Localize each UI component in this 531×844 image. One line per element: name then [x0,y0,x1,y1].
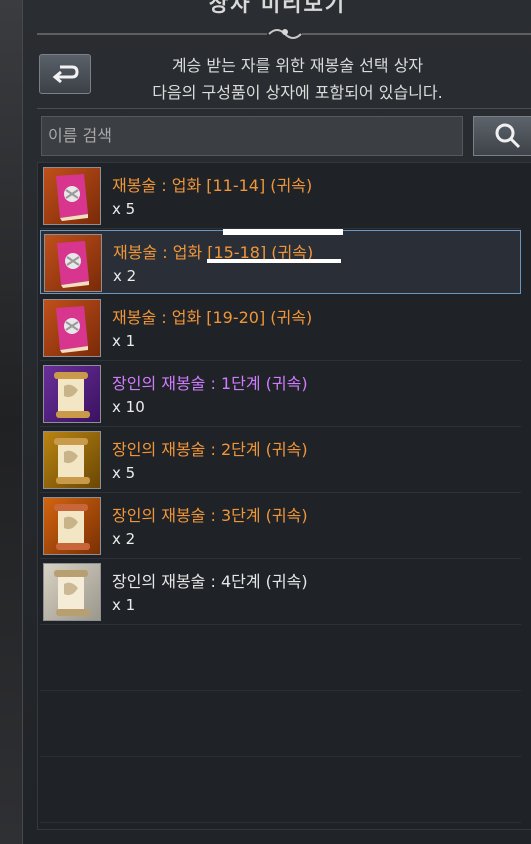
list-item[interactable]: 장인의 재봉술 : 3단계 (귀속) x 2 [40,494,521,559]
search-button[interactable] [473,116,531,156]
list-item[interactable]: 재봉술 : 업화 [19-20] (귀속) x 1 [40,296,521,361]
box-preview-panel: 상자 미리보기 계승 받는 자를 위한 재봉술 선택 상자 다음의 구성품이 상… [22,0,531,844]
list-item[interactable]: 장인의 재봉술 : 1단계 (귀속) x 10 [40,362,521,427]
orange-scroll-icon [43,497,101,555]
item-name: 재봉술 : 업화 [19-20] (귀속) [112,308,313,327]
list-item-selected[interactable]: 재봉술 : 업화 [15-18] (귀속) x 2 [40,229,521,294]
item-quantity: x 5 [112,464,136,482]
search-input[interactable]: 이름 검색 [41,116,463,156]
redaction-bar [207,259,341,263]
item-quantity: x 5 [112,200,136,218]
item-name: 재봉술 : 업화 [11-14] (귀속) [112,176,313,195]
item-name: 장인의 재봉술 : 1단계 (귀속) [112,374,308,393]
search-icon [495,123,521,149]
pink-book-icon [43,167,101,225]
description-line-1: 계승 받는 자를 위한 재봉술 선택 상자 [171,56,424,75]
redaction-bar [223,229,343,235]
window-title: 상자 미리보기 [208,0,347,16]
item-quantity: x 2 [112,530,136,548]
item-quantity: x 1 [112,596,136,614]
white-scroll-icon [43,563,101,621]
item-quantity: x 2 [113,267,137,285]
item-list: 재봉술 : 업화 [11-14] (귀속) x 5 재봉술 : 업화 [15-1… [37,162,531,830]
background-edge [0,0,24,844]
empty-slot [40,758,521,823]
description-line-2: 다음의 구성품이 상자에 포함되어 있습니다. [152,83,443,102]
list-item[interactable]: 장인의 재봉술 : 2단계 (귀속) x 5 [40,428,521,493]
item-quantity: x 1 [112,332,136,350]
purple-scroll-icon [43,365,101,423]
gold-scroll-icon [43,431,101,489]
pink-book-icon [43,299,101,357]
list-item[interactable]: 재봉술 : 업화 [11-14] (귀속) x 5 [40,164,521,229]
list-item[interactable]: 장인의 재봉술 : 4단계 (귀속) x 1 [40,560,521,625]
box-description: 계승 받는 자를 위한 재봉술 선택 상자 다음의 구성품이 상자에 포함되어 … [63,52,531,106]
empty-slot [40,692,521,757]
item-name: 장인의 재봉술 : 2단계 (귀속) [112,440,308,459]
divider [37,108,531,109]
empty-slot [40,626,521,691]
pink-book-icon [44,234,102,292]
item-quantity: x 10 [112,398,145,416]
item-name: 장인의 재봉술 : 4단계 (귀속) [112,572,308,591]
item-name: 장인의 재봉술 : 3단계 (귀속) [112,506,308,525]
title-ornament [37,29,531,39]
